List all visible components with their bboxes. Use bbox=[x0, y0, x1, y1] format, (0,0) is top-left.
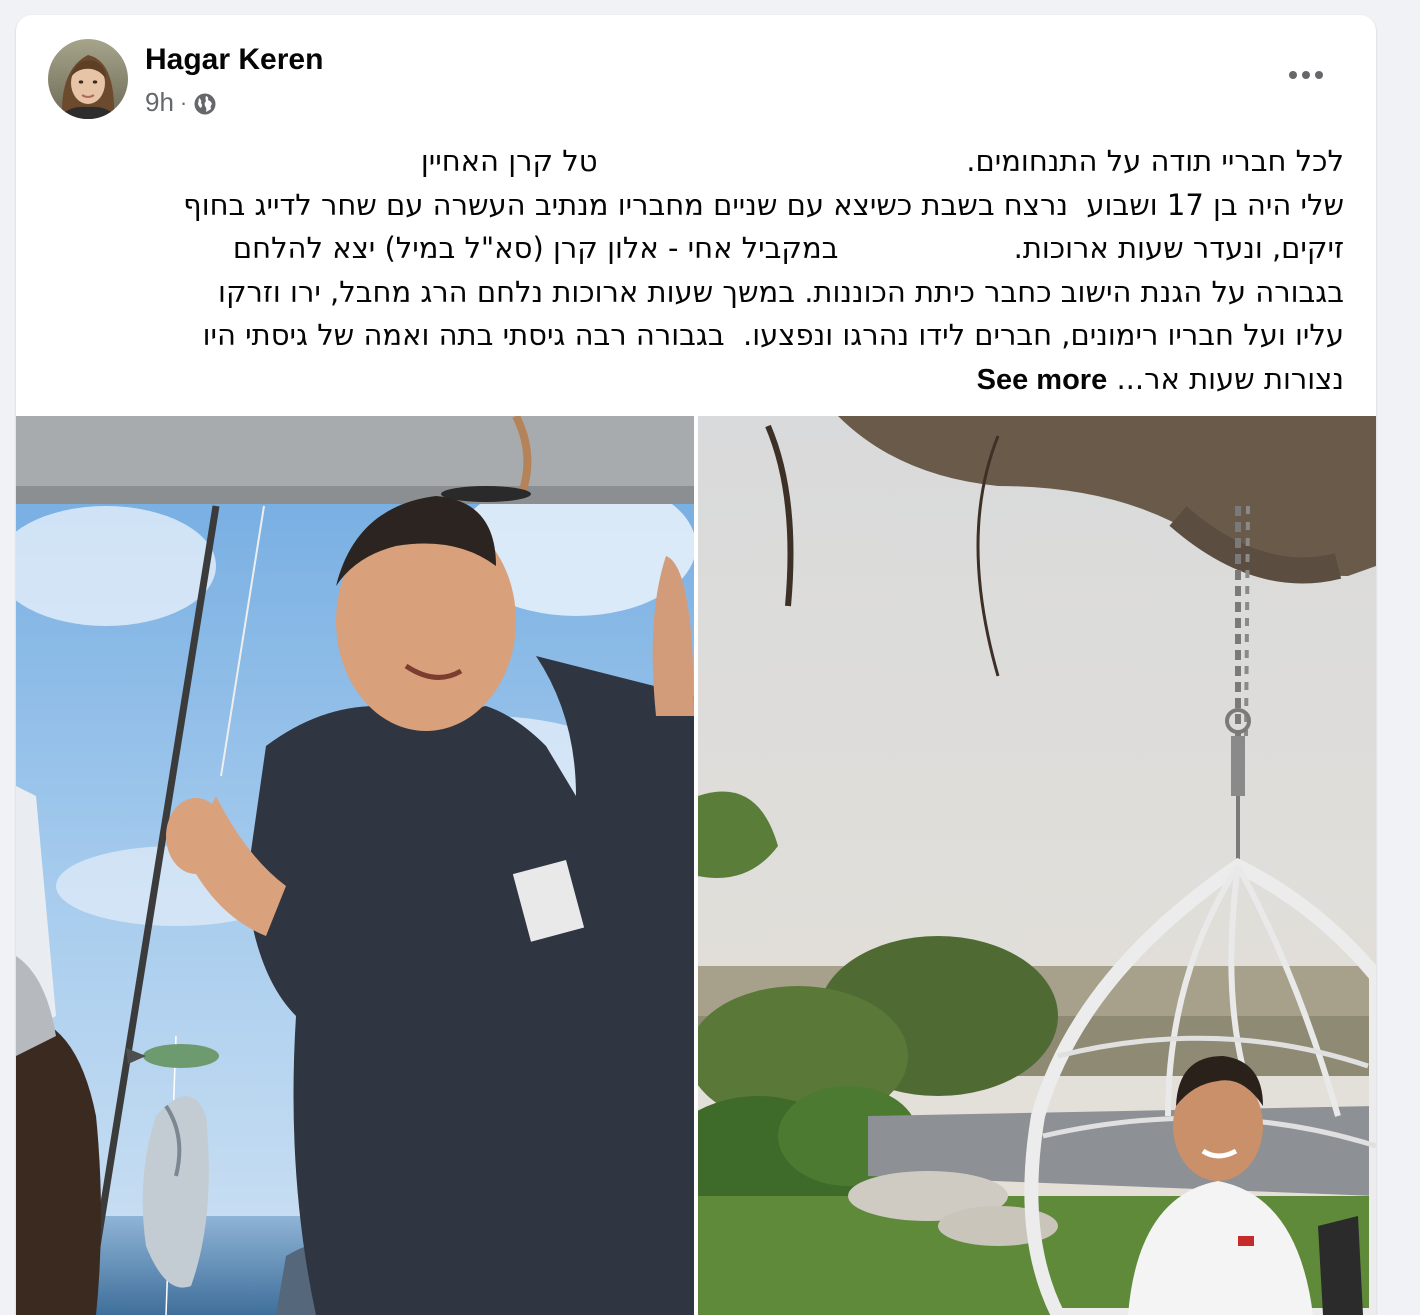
post-text-line-2: שלי היה בן 17 ושבוע נרצח בשבת כשיצא עם ש… bbox=[183, 187, 1344, 222]
photo-fishing-image bbox=[16, 416, 694, 1315]
post-text-line-4: בגבורה על הגנת הישוב כחבר כיתת הכוננות. … bbox=[218, 274, 1344, 309]
post-card: Hagar Keren 9h · לכל חבריי תודה על התנחו… bbox=[16, 15, 1376, 1315]
avatar-image bbox=[48, 39, 128, 119]
post-text-line-1: לכל חבריי תודה על התנחומים. טל קרן האחיי… bbox=[420, 144, 1344, 178]
author-avatar[interactable] bbox=[48, 39, 128, 119]
photo-fishing[interactable] bbox=[16, 416, 694, 1315]
post-text: לכל חבריי תודה על התנחומים. טל קרן האחיי… bbox=[50, 140, 1344, 401]
post-text-line-3: זיקים, ונעדר שעות ארוכות. במקביל אחי - א… bbox=[232, 231, 1344, 265]
photo-hanging-chair-image bbox=[698, 416, 1376, 1315]
post-meta: 9h · bbox=[145, 87, 217, 118]
more-options-button[interactable] bbox=[1278, 51, 1334, 99]
photo-grid bbox=[16, 416, 1376, 1315]
post-text-last-line: נצורות שעות אר... bbox=[1116, 361, 1344, 396]
author-name[interactable]: Hagar Keren bbox=[145, 43, 323, 77]
globe-icon[interactable] bbox=[193, 92, 217, 116]
post-time[interactable]: 9h bbox=[145, 87, 174, 118]
post-header: Hagar Keren 9h · bbox=[16, 15, 1376, 125]
more-horizontal-icon bbox=[1289, 71, 1323, 79]
photo-hanging-chair[interactable] bbox=[698, 416, 1376, 1315]
see-more-link[interactable]: See more bbox=[977, 364, 1108, 396]
post-text-line-6: נצורות שעות אר... See more bbox=[50, 358, 1344, 402]
meta-separator: · bbox=[179, 89, 188, 115]
post-text-line-5: עליו ועל חבריו רימונים, חברים לידו נהרגו… bbox=[202, 318, 1344, 352]
